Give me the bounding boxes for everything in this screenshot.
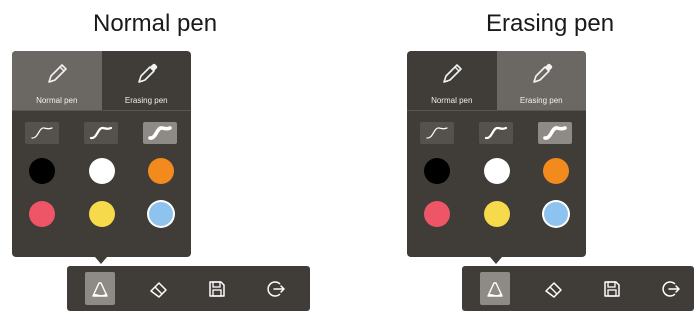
color-swatch-white[interactable] bbox=[89, 158, 115, 184]
bottom-toolbar-erasing bbox=[462, 266, 694, 311]
color-swatch-black[interactable] bbox=[424, 158, 450, 184]
medium-stroke-icon bbox=[89, 126, 113, 140]
stroke-thin-button[interactable] bbox=[420, 122, 454, 144]
pen-settings-panel-erasing: Normal pen Erasing pen bbox=[407, 51, 586, 257]
stroke-medium-button[interactable] bbox=[84, 122, 118, 144]
color-swatch-red[interactable] bbox=[424, 201, 450, 227]
color-swatch-orange[interactable] bbox=[148, 158, 174, 184]
color-swatch-red[interactable] bbox=[29, 201, 55, 227]
eraser-button[interactable] bbox=[144, 272, 174, 305]
eraser-pen-icon bbox=[532, 63, 552, 83]
thin-stroke-icon bbox=[426, 127, 448, 139]
color-swatch-black[interactable] bbox=[29, 158, 55, 184]
save-button[interactable] bbox=[597, 272, 627, 305]
eraser-icon bbox=[150, 282, 167, 298]
save-icon bbox=[209, 281, 225, 297]
tab-normal-pen-label: Normal pen bbox=[431, 96, 473, 105]
stroke-thick-button[interactable] bbox=[143, 122, 177, 144]
save-icon bbox=[604, 281, 620, 297]
save-button[interactable] bbox=[202, 272, 232, 305]
tab-normal-pen[interactable]: Normal pen bbox=[407, 51, 497, 110]
exit-button[interactable] bbox=[656, 272, 686, 305]
color-swatch-white[interactable] bbox=[484, 158, 510, 184]
pen-tool-button[interactable] bbox=[480, 272, 510, 305]
thin-stroke-icon bbox=[31, 127, 53, 139]
divider bbox=[12, 110, 191, 111]
panel-pointer bbox=[95, 257, 107, 264]
tab-normal-pen-label: Normal pen bbox=[36, 96, 78, 105]
eraser-pen-icon bbox=[137, 63, 157, 83]
pen-icon bbox=[48, 64, 67, 83]
divider bbox=[407, 110, 586, 111]
pen-tool-icon bbox=[487, 282, 503, 297]
tab-normal-pen[interactable]: Normal pen bbox=[12, 51, 102, 110]
tab-erasing-pen[interactable]: Erasing pen bbox=[102, 51, 192, 110]
heading-erasing-pen: Erasing pen bbox=[486, 10, 615, 37]
color-swatch-orange[interactable] bbox=[543, 158, 569, 184]
pen-tool-icon bbox=[92, 282, 108, 297]
bottom-toolbar-normal bbox=[67, 266, 310, 311]
stroke-thick-button[interactable] bbox=[538, 122, 572, 144]
stroke-thin-button[interactable] bbox=[25, 122, 59, 144]
thick-stroke-icon bbox=[148, 126, 172, 140]
color-swatch-blue[interactable] bbox=[149, 202, 173, 226]
tab-erasing-pen-label: Erasing pen bbox=[124, 96, 168, 105]
tab-erasing-pen-label: Erasing pen bbox=[519, 96, 563, 105]
pen-settings-panel-normal: Normal pen Erasing pen bbox=[12, 51, 191, 257]
pen-tool-button[interactable] bbox=[85, 272, 115, 305]
heading-normal-pen: Normal pen bbox=[93, 10, 218, 37]
eraser-button[interactable] bbox=[539, 272, 569, 305]
tab-erasing-pen[interactable]: Erasing pen bbox=[496, 51, 586, 110]
color-swatch-blue[interactable] bbox=[544, 202, 568, 226]
pen-icon bbox=[443, 64, 462, 83]
medium-stroke-icon bbox=[484, 126, 508, 140]
thick-stroke-icon bbox=[543, 126, 567, 140]
exit-icon bbox=[267, 281, 285, 297]
stroke-medium-button[interactable] bbox=[479, 122, 513, 144]
exit-icon bbox=[662, 281, 680, 297]
color-swatch-yellow[interactable] bbox=[484, 201, 510, 227]
exit-button[interactable] bbox=[261, 272, 291, 305]
color-swatch-yellow[interactable] bbox=[89, 201, 115, 227]
panel-pointer bbox=[490, 257, 502, 264]
eraser-icon bbox=[545, 282, 562, 298]
